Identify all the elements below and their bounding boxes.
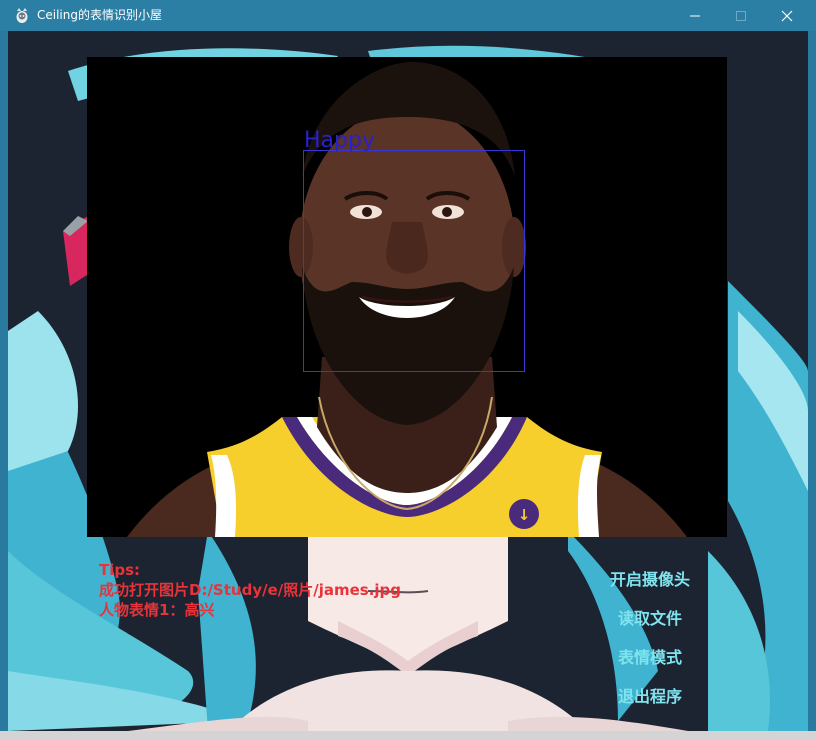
window-border-bottom — [0, 731, 816, 739]
maximize-icon — [736, 10, 746, 21]
face-detection-box — [303, 150, 525, 372]
app-icon — [16, 8, 28, 23]
exit-program-button[interactable]: 退出程序 — [600, 684, 700, 710]
title-bar[interactable]: Ceiling的表情识别小屋 — [0, 0, 816, 31]
minimize-icon — [690, 15, 700, 16]
emotion-label: Happy — [304, 128, 375, 153]
tips-emotion-result: 人物表情1：高兴 — [99, 601, 215, 619]
svg-text:↓: ↓ — [518, 506, 531, 524]
emotion-mode-button[interactable]: 表情模式 — [600, 645, 700, 671]
tips-panel: Tips: 成功打开图片D:/Study/e/照片/james.jpg 人物表情… — [99, 560, 401, 620]
window-title: Ceiling的表情识别小屋 — [37, 8, 162, 22]
close-button[interactable] — [764, 0, 810, 31]
app-window: Ceiling的表情识别小屋 ↓ Happy Tips: 成功打开图片D:/St… — [0, 0, 816, 739]
window-border-right — [808, 31, 816, 731]
tips-file-status: 成功打开图片D:/Study/e/照片/james.jpg — [99, 581, 402, 599]
client-area: ↓ Happy Tips: 成功打开图片D:/Study/e/照片/james.… — [8, 31, 808, 731]
window-border-left — [0, 31, 8, 731]
maximize-button[interactable] — [718, 0, 764, 31]
open-camera-button[interactable]: 开启摄像头 — [600, 567, 700, 593]
read-file-button[interactable]: 读取文件 — [600, 606, 700, 632]
image-display: ↓ Happy — [87, 57, 727, 537]
tips-heading: Tips: — [99, 561, 141, 579]
minimize-button[interactable] — [672, 0, 718, 31]
close-icon — [781, 10, 793, 21]
